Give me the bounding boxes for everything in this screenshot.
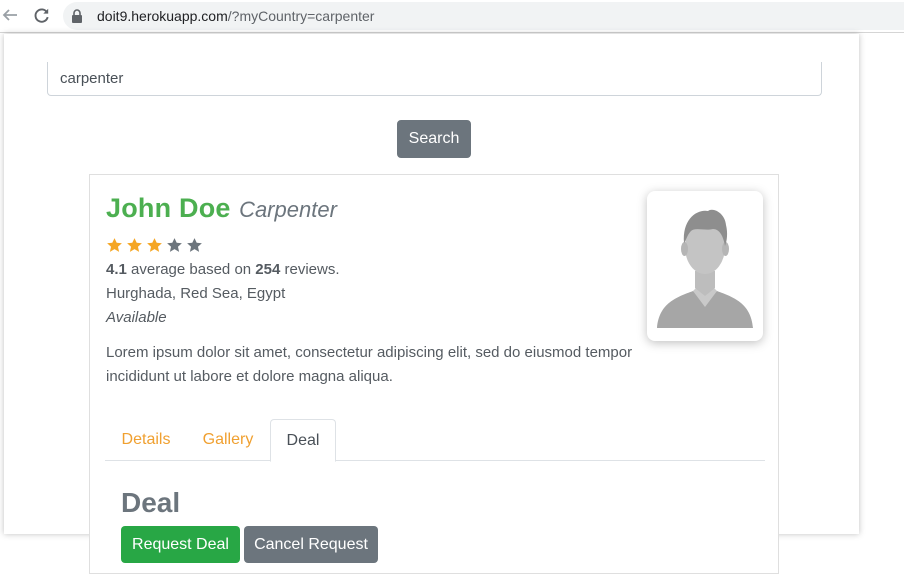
tab-details[interactable]: Details bbox=[105, 419, 187, 461]
tab-deal[interactable]: Deal bbox=[270, 419, 336, 462]
rating-average: 4.1 bbox=[106, 261, 127, 278]
star-icon bbox=[127, 238, 142, 252]
address-bar[interactable]: doit9.herokuapp.com/?myCountry=carpenter bbox=[63, 2, 904, 30]
star-icon bbox=[167, 238, 182, 252]
reload-icon[interactable] bbox=[31, 5, 51, 25]
url-text: doit9.herokuapp.com/?myCountry=carpenter bbox=[97, 8, 374, 24]
browser-toolbar: doit9.herokuapp.com/?myCountry=carpenter bbox=[0, 0, 904, 33]
request-deal-button[interactable]: Request Deal bbox=[121, 526, 240, 563]
profile-description: Lorem ipsum dolor sit amet, consectetur … bbox=[106, 344, 633, 385]
availability-status: Available bbox=[106, 309, 167, 326]
lock-icon bbox=[71, 9, 85, 23]
star-rating bbox=[106, 237, 203, 254]
person-name: John Doe bbox=[106, 193, 231, 223]
profile-card: John Doe Carpenter 4.1 average based on … bbox=[89, 174, 779, 574]
rating-text-mid: average based on bbox=[126, 261, 256, 278]
main-container: Search John Doe Carpenter 4.1 average ba… bbox=[4, 34, 859, 574]
url-path: /?myCountry=carpenter bbox=[227, 8, 375, 24]
profile-tabs: Details Gallery Deal bbox=[105, 419, 765, 462]
avatar bbox=[647, 191, 763, 341]
name-line: John Doe Carpenter bbox=[106, 193, 337, 224]
rating-summary: 4.1 average based on 254 reviews. bbox=[106, 261, 340, 278]
deal-heading: Deal bbox=[121, 487, 181, 518]
arrow-left-icon[interactable] bbox=[0, 5, 20, 25]
star-icon bbox=[147, 238, 162, 252]
location-text: Hurghada, Red Sea, Egypt bbox=[106, 285, 286, 302]
profession-label: Carpenter bbox=[239, 197, 337, 222]
search-button[interactable]: Search bbox=[397, 120, 471, 158]
tab-gallery[interactable]: Gallery bbox=[187, 419, 269, 461]
search-input[interactable] bbox=[47, 62, 822, 96]
star-icon bbox=[187, 238, 202, 252]
person-silhouette-icon bbox=[657, 209, 753, 328]
url-host: doit9.herokuapp.com bbox=[97, 8, 228, 24]
review-count: 254 bbox=[255, 261, 281, 278]
cancel-request-button[interactable]: Cancel Request bbox=[244, 526, 378, 563]
star-icon bbox=[107, 238, 122, 252]
rating-text-end: reviews. bbox=[280, 261, 340, 278]
